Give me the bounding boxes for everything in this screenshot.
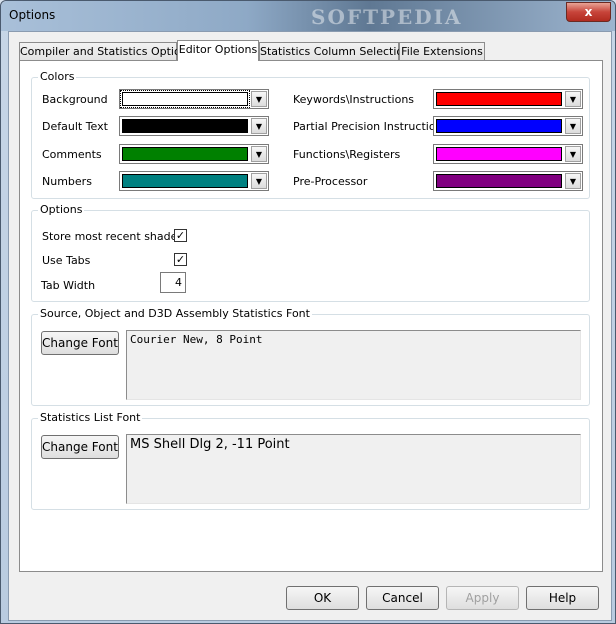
chevron-down-icon[interactable]: ▼ (565, 91, 581, 107)
source-change-font-button[interactable]: Change Font (41, 331, 119, 355)
default-text-color-combo[interactable]: ▼ (119, 116, 269, 136)
list-font-group-label: Statistics List Font (38, 411, 143, 424)
store-recent-shader-checkbox[interactable]: ✓ (174, 229, 187, 242)
tab-file-extensions[interactable]: File Extensions (399, 42, 485, 60)
apply-button[interactable]: Apply (446, 586, 519, 610)
source-font-group-label: Source, Object and D3D Assembly Statisti… (38, 307, 312, 320)
keywords-color-combo[interactable]: ▼ (433, 89, 583, 109)
default-text-color-swatch (122, 119, 248, 133)
comments-color-combo[interactable]: ▼ (119, 144, 269, 164)
softpedia-watermark: SOFTPEDIA (311, 5, 463, 29)
list-change-font-button[interactable]: Change Font (41, 435, 119, 459)
pre-processor-color-combo[interactable]: ▼ (433, 171, 583, 191)
cancel-button[interactable]: Cancel (366, 586, 439, 610)
background-color-combo[interactable]: ▼ (119, 89, 269, 109)
numbers-color-label: Numbers (42, 175, 92, 188)
keywords-color-label: Keywords\Instructions (293, 93, 415, 106)
title-bar[interactable]: Options SOFTPEDIA x (1, 1, 615, 31)
partial-precision-color-swatch (436, 119, 562, 133)
use-tabs-label: Use Tabs (42, 254, 91, 267)
list-font-group: Statistics List Font Change Font MS Shel… (31, 411, 590, 510)
close-button[interactable]: x (566, 2, 611, 22)
chevron-down-icon[interactable]: ▼ (251, 91, 267, 107)
ok-button[interactable]: OK (286, 586, 359, 610)
dialog-client: Compiler and Statistics Options Editor O… (8, 31, 612, 621)
default-text-color-label: Default Text (42, 120, 108, 133)
pre-processor-color-swatch (436, 174, 562, 188)
tab-compiler-and-statistics-options[interactable]: Compiler and Statistics Options (19, 42, 193, 60)
pre-processor-color-label: Pre-Processor (293, 175, 368, 188)
colors-group: Colors Background ▼ Default Text ▼ Comme… (31, 70, 590, 199)
chevron-down-icon[interactable]: ▼ (565, 173, 581, 189)
tab-editor-options[interactable]: Editor Options (177, 40, 259, 61)
chevron-down-icon[interactable]: ▼ (251, 173, 267, 189)
close-icon: x (584, 5, 593, 19)
tab-width-input[interactable]: 4 (160, 272, 186, 293)
checkmark-icon: ✓ (175, 253, 186, 266)
chevron-down-icon[interactable]: ▼ (251, 118, 267, 134)
comments-color-label: Comments (42, 148, 102, 161)
chevron-down-icon[interactable]: ▼ (565, 118, 581, 134)
comments-color-swatch (122, 147, 248, 161)
functions-registers-color-label: Functions\Registers (293, 148, 401, 161)
colors-group-label: Colors (38, 70, 77, 83)
keywords-color-swatch (436, 92, 562, 106)
editor-options-panel: Colors Background ▼ Default Text ▼ Comme… (19, 60, 603, 572)
background-color-swatch (120, 90, 250, 108)
source-font-preview: Courier New, 8 Point (126, 330, 581, 400)
options-group: Options Store most recent shader ✓ Use T… (31, 203, 590, 302)
options-group-label: Options (38, 203, 85, 216)
options-window: Options SOFTPEDIA x Compiler and Statist… (0, 0, 616, 624)
store-recent-shader-label: Store most recent shader (42, 230, 182, 243)
chevron-down-icon[interactable]: ▼ (565, 146, 581, 162)
tab-statistics-column-selection[interactable]: Statistics Column Selection (259, 42, 410, 60)
partial-precision-color-label: Partial Precision Instructions (293, 120, 449, 133)
functions-registers-color-combo[interactable]: ▼ (433, 144, 583, 164)
list-font-preview: MS Shell Dlg 2, -11 Point (126, 434, 581, 504)
help-button[interactable]: Help (526, 586, 599, 610)
numbers-color-swatch (122, 174, 248, 188)
source-font-group: Source, Object and D3D Assembly Statisti… (31, 307, 590, 406)
tab-width-label: Tab Width (41, 279, 96, 292)
functions-registers-color-swatch (436, 147, 562, 161)
window-title: Options (9, 8, 56, 22)
numbers-color-combo[interactable]: ▼ (119, 171, 269, 191)
use-tabs-checkbox[interactable]: ✓ (174, 253, 187, 266)
background-color-label: Background (42, 93, 108, 106)
partial-precision-color-combo[interactable]: ▼ (433, 116, 583, 136)
chevron-down-icon[interactable]: ▼ (251, 146, 267, 162)
checkmark-icon: ✓ (175, 229, 186, 242)
